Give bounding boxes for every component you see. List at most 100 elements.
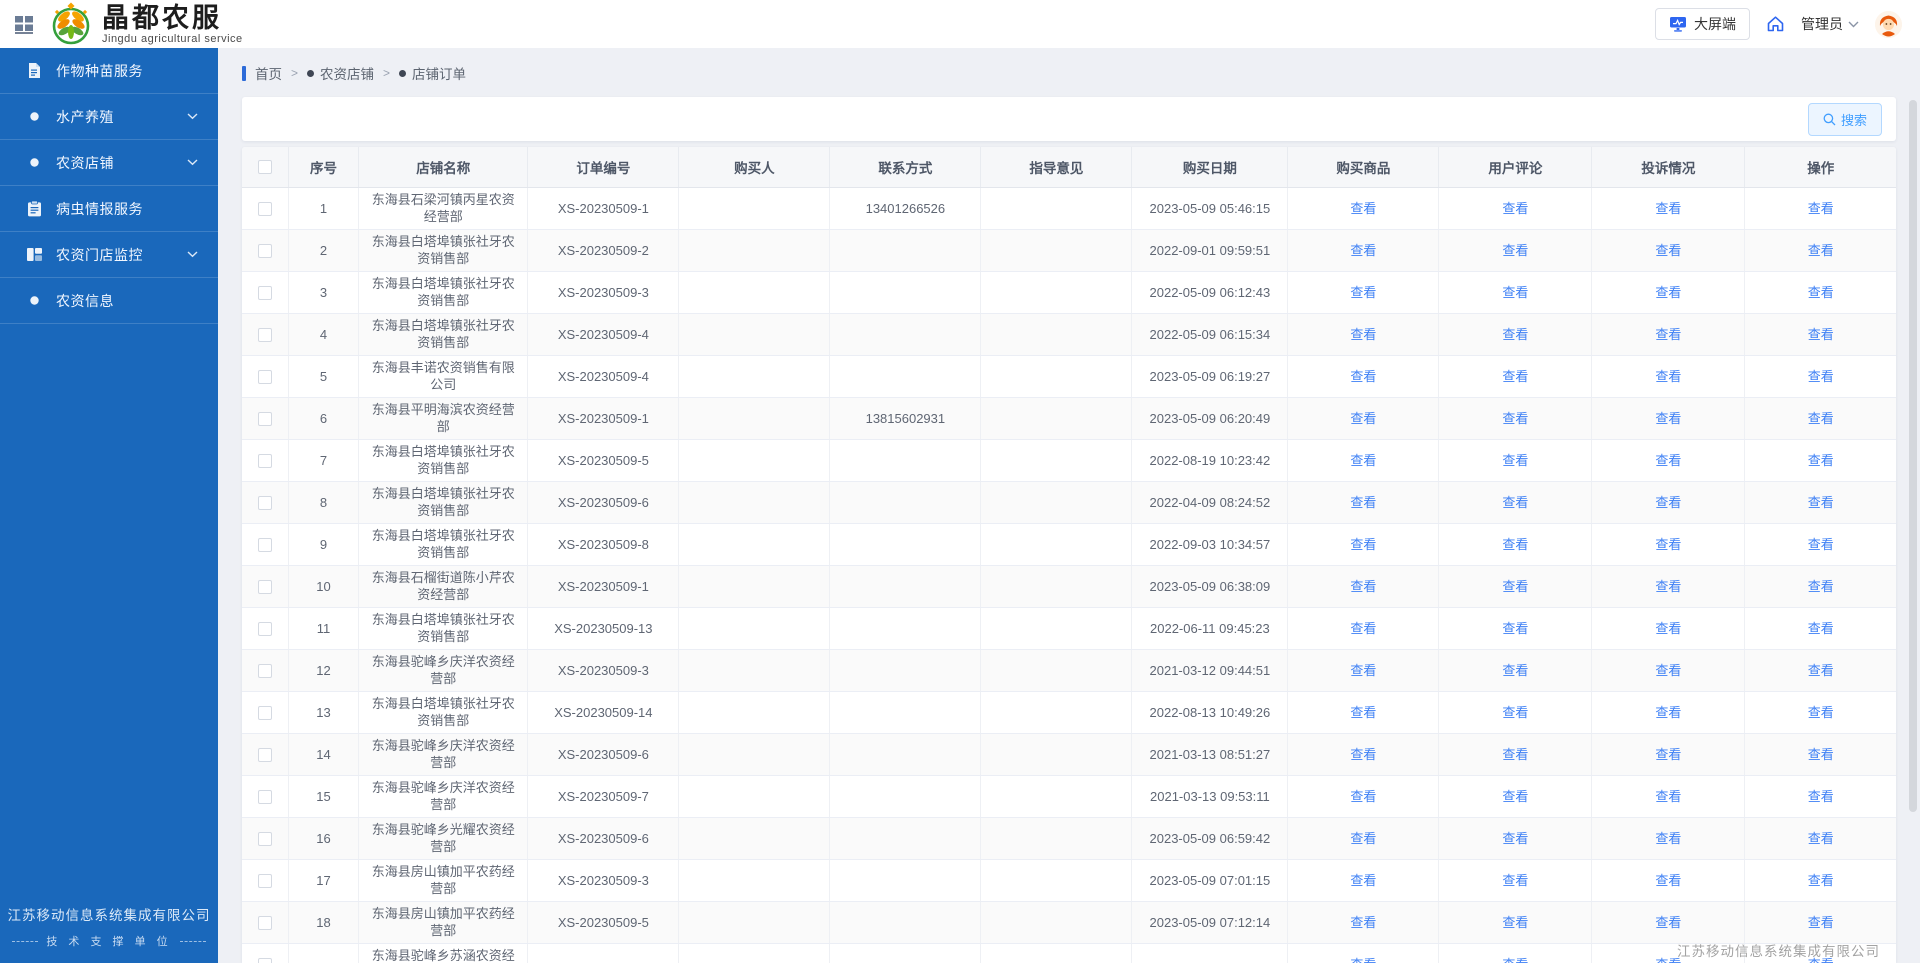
view-comments-link[interactable]: 查看 [1502,411,1528,426]
view-detail-link[interactable]: 查看 [1808,579,1834,594]
view-products-link[interactable]: 查看 [1350,327,1376,342]
view-detail-link[interactable]: 查看 [1808,369,1834,384]
view-comments-link[interactable]: 查看 [1502,957,1528,963]
row-checkbox[interactable] [258,706,272,720]
view-complaints-link[interactable]: 查看 [1655,495,1681,510]
view-comments-link[interactable]: 查看 [1502,369,1528,384]
sidebar-collapse-icon[interactable] [0,0,48,48]
view-products-link[interactable]: 查看 [1350,789,1376,804]
view-comments-link[interactable]: 查看 [1502,621,1528,636]
user-menu[interactable]: 管理员 [1801,14,1859,34]
view-comments-link[interactable]: 查看 [1502,705,1528,720]
row-checkbox[interactable] [258,538,272,552]
row-checkbox[interactable] [258,958,272,963]
view-complaints-link[interactable]: 查看 [1655,285,1681,300]
view-comments-link[interactable]: 查看 [1502,201,1528,216]
view-complaints-link[interactable]: 查看 [1655,747,1681,762]
row-checkbox[interactable] [258,202,272,216]
view-products-link[interactable]: 查看 [1350,243,1376,258]
view-comments-link[interactable]: 查看 [1502,873,1528,888]
scrollbar-thumb[interactable] [1909,100,1917,812]
view-complaints-link[interactable]: 查看 [1655,369,1681,384]
row-checkbox[interactable] [258,664,272,678]
view-complaints-link[interactable]: 查看 [1655,915,1681,930]
view-products-link[interactable]: 查看 [1350,537,1376,552]
view-detail-link[interactable]: 查看 [1808,915,1834,930]
breadcrumb-home[interactable]: 首页 [255,63,282,83]
view-comments-link[interactable]: 查看 [1502,831,1528,846]
sidebar-item-4[interactable]: 农资门店监控 [0,232,218,278]
row-checkbox[interactable] [258,622,272,636]
view-products-link[interactable]: 查看 [1350,285,1376,300]
sidebar-item-2[interactable]: 农资店铺 [0,140,218,186]
row-checkbox[interactable] [258,286,272,300]
row-checkbox[interactable] [258,748,272,762]
view-detail-link[interactable]: 查看 [1808,663,1834,678]
sidebar-item-1[interactable]: 水产养殖 [0,94,218,140]
row-checkbox[interactable] [258,832,272,846]
view-detail-link[interactable]: 查看 [1808,243,1834,258]
row-checkbox[interactable] [258,580,272,594]
big-screen-button[interactable]: 大屏端 [1655,8,1750,40]
sidebar-item-5[interactable]: 农资信息 [0,278,218,324]
view-comments-link[interactable]: 查看 [1502,579,1528,594]
view-products-link[interactable]: 查看 [1350,411,1376,426]
view-comments-link[interactable]: 查看 [1502,747,1528,762]
view-detail-link[interactable]: 查看 [1808,327,1834,342]
row-checkbox[interactable] [258,916,272,930]
row-checkbox[interactable] [258,328,272,342]
home-button[interactable] [1766,15,1785,33]
view-detail-link[interactable]: 查看 [1808,201,1834,216]
row-checkbox[interactable] [258,412,272,426]
view-products-link[interactable]: 查看 [1350,831,1376,846]
view-complaints-link[interactable]: 查看 [1655,663,1681,678]
view-products-link[interactable]: 查看 [1350,201,1376,216]
view-complaints-link[interactable]: 查看 [1655,831,1681,846]
view-detail-link[interactable]: 查看 [1808,495,1834,510]
view-products-link[interactable]: 查看 [1350,369,1376,384]
row-checkbox[interactable] [258,496,272,510]
select-all-checkbox[interactable] [258,160,272,174]
view-complaints-link[interactable]: 查看 [1655,411,1681,426]
view-comments-link[interactable]: 查看 [1502,495,1528,510]
view-products-link[interactable]: 查看 [1350,621,1376,636]
sidebar-item-0[interactable]: 作物种苗服务 [0,48,218,94]
sidebar-item-3[interactable]: 病虫情报服务 [0,186,218,232]
breadcrumb-item-orders[interactable]: 店铺订单 [399,63,466,83]
view-complaints-link[interactable]: 查看 [1655,579,1681,594]
view-products-link[interactable]: 查看 [1350,747,1376,762]
view-products-link[interactable]: 查看 [1350,915,1376,930]
view-complaints-link[interactable]: 查看 [1655,789,1681,804]
view-complaints-link[interactable]: 查看 [1655,201,1681,216]
row-checkbox[interactable] [258,370,272,384]
view-complaints-link[interactable]: 查看 [1655,243,1681,258]
view-comments-link[interactable]: 查看 [1502,789,1528,804]
view-detail-link[interactable]: 查看 [1808,831,1834,846]
view-complaints-link[interactable]: 查看 [1655,705,1681,720]
avatar[interactable] [1875,11,1902,38]
view-detail-link[interactable]: 查看 [1808,285,1834,300]
view-comments-link[interactable]: 查看 [1502,537,1528,552]
view-comments-link[interactable]: 查看 [1502,285,1528,300]
row-checkbox[interactable] [258,244,272,258]
view-products-link[interactable]: 查看 [1350,495,1376,510]
view-detail-link[interactable]: 查看 [1808,411,1834,426]
row-checkbox[interactable] [258,790,272,804]
view-detail-link[interactable]: 查看 [1808,621,1834,636]
view-detail-link[interactable]: 查看 [1808,873,1834,888]
view-products-link[interactable]: 查看 [1350,579,1376,594]
view-complaints-link[interactable]: 查看 [1655,537,1681,552]
view-products-link[interactable]: 查看 [1350,873,1376,888]
view-comments-link[interactable]: 查看 [1502,243,1528,258]
breadcrumb-item-store[interactable]: 农资店铺 [307,63,374,83]
view-products-link[interactable]: 查看 [1350,663,1376,678]
view-detail-link[interactable]: 查看 [1808,789,1834,804]
view-detail-link[interactable]: 查看 [1808,747,1834,762]
view-complaints-link[interactable]: 查看 [1655,873,1681,888]
search-button[interactable]: 搜索 [1808,103,1882,136]
row-checkbox[interactable] [258,874,272,888]
view-complaints-link[interactable]: 查看 [1655,453,1681,468]
view-comments-link[interactable]: 查看 [1502,915,1528,930]
view-comments-link[interactable]: 查看 [1502,663,1528,678]
view-products-link[interactable]: 查看 [1350,453,1376,468]
